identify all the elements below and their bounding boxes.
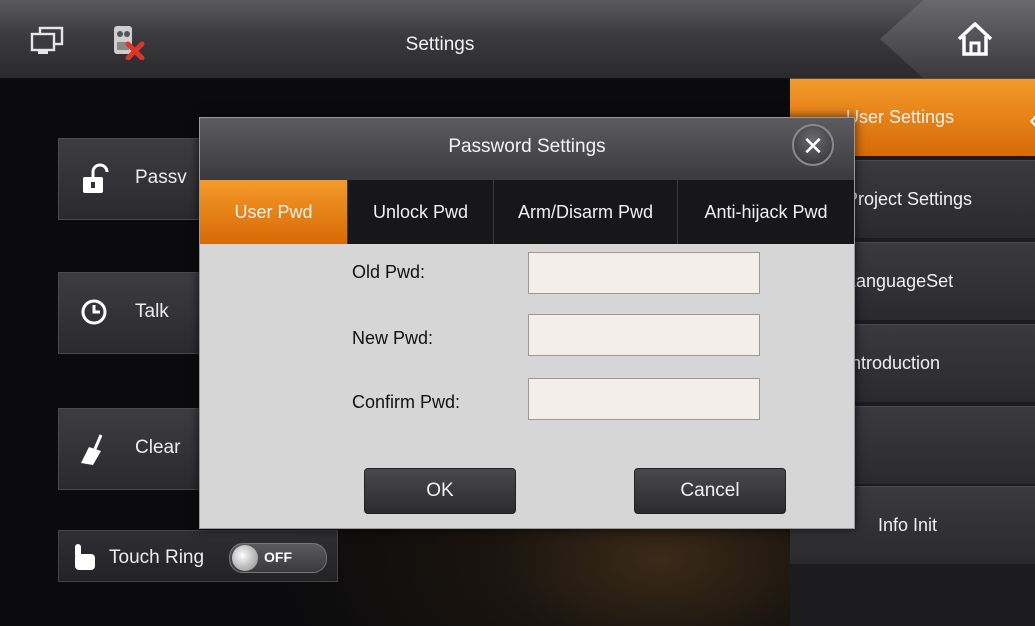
dialog-title: Password Settings <box>448 136 606 157</box>
close-icon: ✕ <box>802 131 824 161</box>
talk-button-label: Talk <box>135 301 169 322</box>
toggle-knob <box>232 545 258 571</box>
clear-button-label: Clear <box>135 437 181 458</box>
close-button[interactable]: ✕ <box>792 124 834 166</box>
tab-user-pwd[interactable]: User Pwd <box>200 180 348 244</box>
cancel-button[interactable]: Cancel <box>634 468 786 514</box>
home-icon <box>957 22 993 56</box>
unlock-icon <box>83 163 109 193</box>
old-pwd-label: Old Pwd: <box>352 262 426 282</box>
new-pwd-field[interactable] <box>528 314 760 356</box>
confirm-pwd-field[interactable] <box>528 378 760 420</box>
ok-button[interactable]: OK <box>364 468 516 514</box>
toggle-state: OFF <box>264 549 292 565</box>
menu-item-label: Project Settings <box>846 189 973 209</box>
home-button[interactable] <box>880 0 1035 78</box>
tab-arm-disarm-pwd[interactable]: Arm/Disarm Pwd <box>494 180 678 244</box>
menu-item-label: Introduction <box>846 353 941 373</box>
dialog-title-bar: Password Settings ✕ <box>200 118 854 180</box>
clock-icon <box>81 299 107 325</box>
confirm-pwd-label: Confirm Pwd: <box>352 392 461 412</box>
password-tabs: User Pwd Unlock Pwd Arm/Disarm Pwd Anti-… <box>200 180 854 244</box>
menu-item-label: User Settings <box>846 107 955 127</box>
tab-unlock-pwd[interactable]: Unlock Pwd <box>348 180 494 244</box>
menu-item-label: Info Init <box>878 515 938 535</box>
broom-icon <box>81 434 103 465</box>
touch-ring-setting: Touch Ring OFF <box>58 530 338 582</box>
screen: Settings Passv Talk Clear Touch Ring OFF… <box>0 0 1035 626</box>
tab-anti-hijack-pwd[interactable]: Anti-hijack Pwd <box>678 180 854 244</box>
password-button-label: Passv <box>135 167 187 188</box>
new-pwd-label: New Pwd: <box>352 328 434 348</box>
old-pwd-field[interactable] <box>528 252 760 294</box>
hand-icon <box>75 544 95 570</box>
page-title: Settings <box>405 34 475 55</box>
touch-ring-toggle[interactable]: OFF <box>229 543 327 573</box>
touch-ring-label: Touch Ring <box>109 547 205 568</box>
menu-item-label: LanguageSet <box>846 271 954 291</box>
top-bar: Settings <box>0 0 1035 79</box>
chevron-left-icon: ‹ <box>1029 103 1035 137</box>
password-settings-dialog: Password Settings ✕ User Pwd Unlock Pwd … <box>199 117 855 529</box>
